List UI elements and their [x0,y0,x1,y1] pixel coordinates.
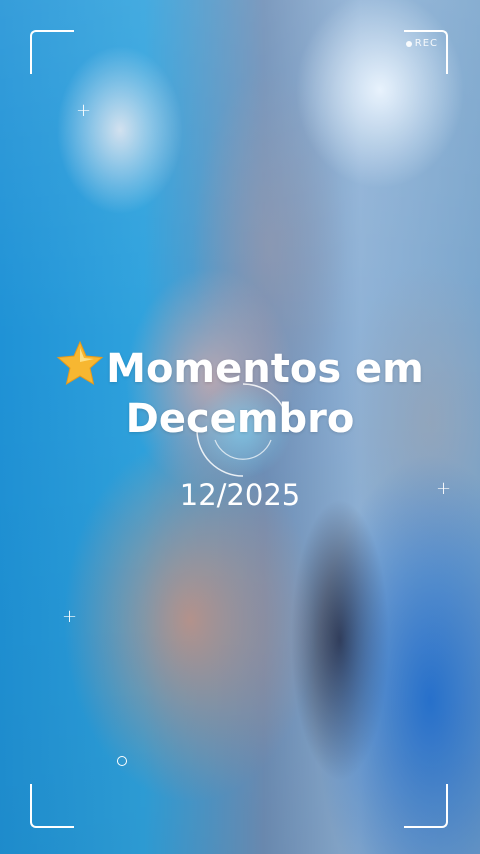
title-line-1-text: Momentos em [106,346,424,392]
viewfinder-corner-top-left [30,30,74,74]
date-label: 12/2025 [179,478,301,512]
viewfinder-corner-bottom-right [404,784,448,828]
title-line-1: Momentos em [0,340,480,394]
viewfinder-corner-top-right [404,30,448,74]
recording-label: REC [414,38,438,49]
star-icon [56,340,104,386]
sparkle-plus-icon: + [62,606,78,627]
page-title: Momentos em Decembro [0,340,480,444]
small-circle-icon [117,756,127,766]
title-line-2: Decembro [125,396,355,442]
record-dot-icon [405,40,412,47]
viewfinder-corner-bottom-left [30,784,74,828]
recording-indicator: REC [405,38,438,49]
sparkle-plus-icon: + [76,100,92,121]
